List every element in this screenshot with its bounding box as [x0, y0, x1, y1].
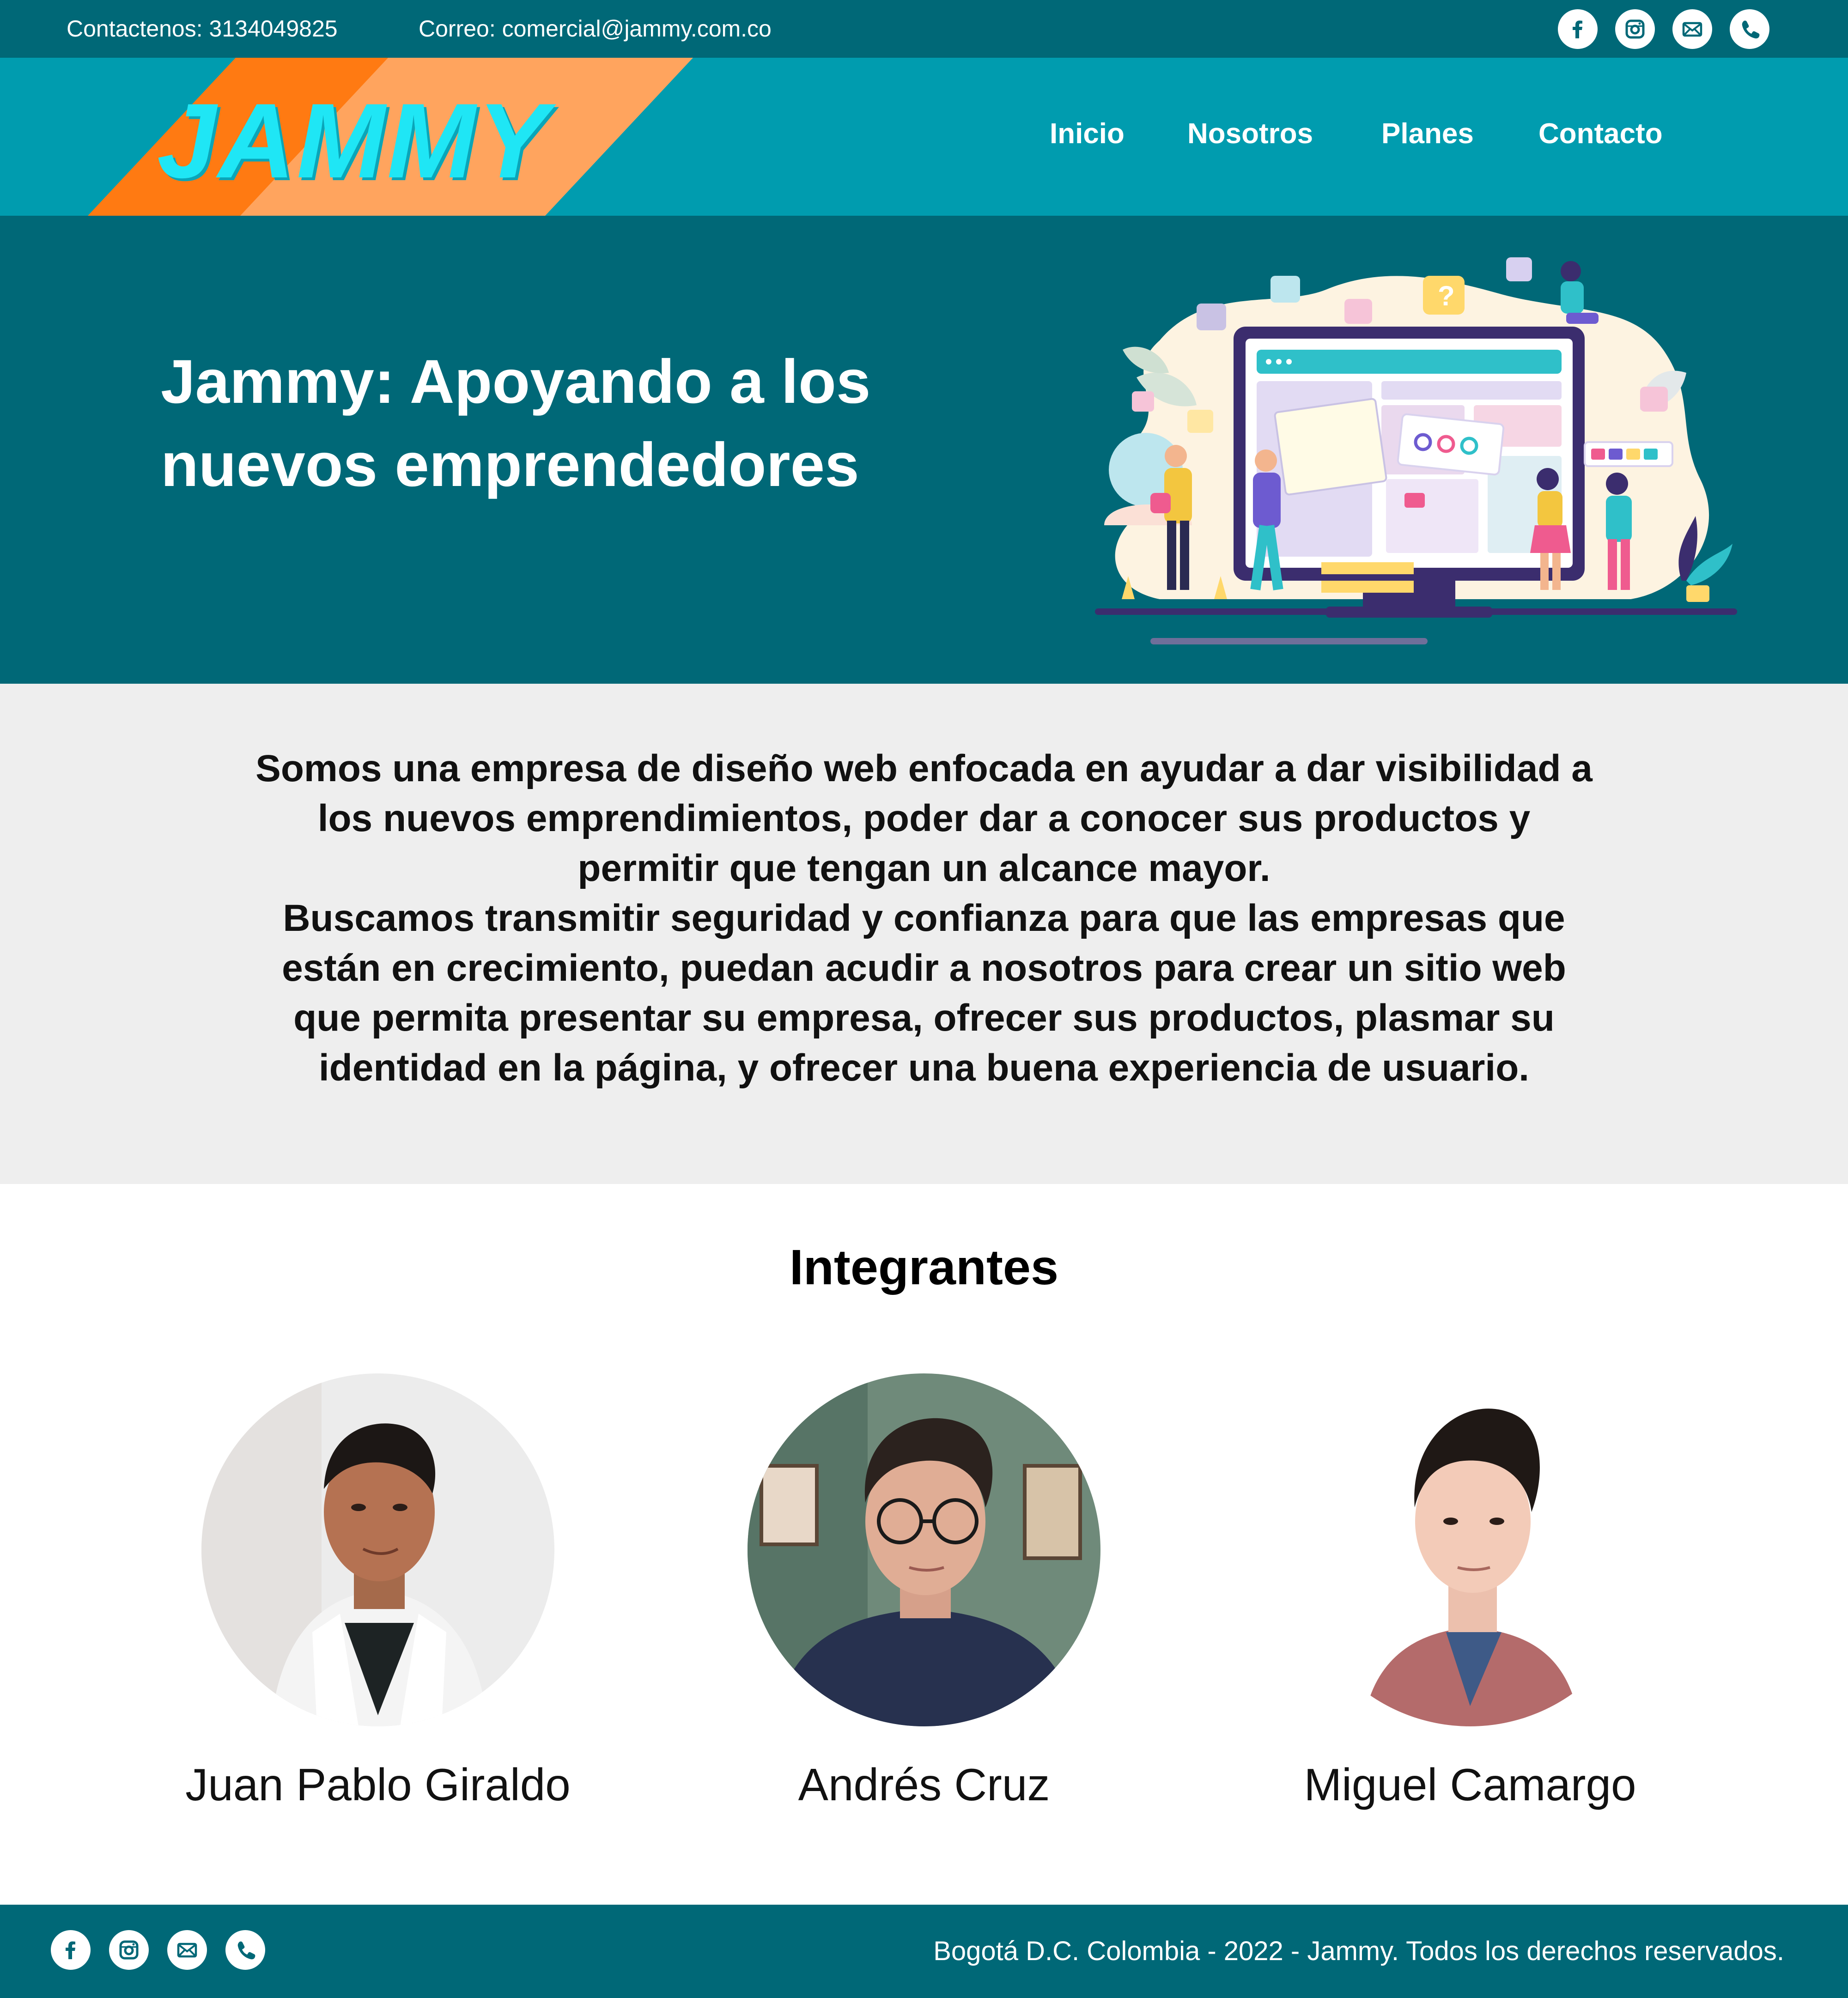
member-name: Juan Pablo Giraldo	[185, 1759, 571, 1810]
member-name: Andrés Cruz	[798, 1759, 1050, 1810]
contact-phone-text: Contactenos: 3134049825	[67, 16, 338, 42]
mail-icon[interactable]	[1672, 9, 1712, 49]
hero-illustration: ?	[1086, 257, 1742, 655]
facebook-icon[interactable]	[1558, 9, 1598, 49]
nav-item-contacto[interactable]: Contacto	[1538, 115, 1663, 152]
svg-text:?: ?	[1438, 280, 1455, 311]
top-contact-bar: Contactenos: 3134049825 Correo: comercia…	[0, 0, 1848, 58]
nav-item-nosotros[interactable]: Nosotros	[1187, 115, 1313, 152]
nav-item-inicio[interactable]: Inicio	[1050, 115, 1125, 152]
facebook-icon[interactable]	[51, 1930, 91, 1970]
footer-social-links	[51, 1930, 284, 1970]
hero-title: Jammy: Apoyando a los nuevos emprendedor…	[161, 340, 1039, 507]
main-navbar: JAMMY Inicio Nosotros Planes Contacto	[0, 58, 1848, 216]
instagram-icon[interactable]	[1615, 9, 1655, 49]
nav-item-planes[interactable]: Planes	[1381, 115, 1474, 152]
about-paragraph-1: Somos una empresa de diseño web enfocada…	[255, 747, 1593, 889]
logo-wordmark: JAMMY	[157, 81, 550, 200]
hero-title-line2: nuevos emprendedores	[161, 431, 859, 499]
contact-email-text[interactable]: Correo: comercial@jammy.com.co	[419, 14, 772, 43]
instagram-icon[interactable]	[109, 1930, 149, 1970]
about-section: Somos una empresa de diseño web enfocada…	[0, 684, 1848, 1184]
members-heading: Integrantes	[789, 1239, 1059, 1295]
member-name: Miguel Camargo	[1304, 1759, 1636, 1810]
member-photo	[1294, 1373, 1647, 1726]
phone-icon[interactable]	[225, 1930, 265, 1970]
members-section: Integrantes Juan Pablo Giraldo Andrés Cr…	[0, 1184, 1848, 1905]
mail-icon[interactable]	[167, 1930, 207, 1970]
about-paragraph-2: Buscamos transmitir seguridad y confianz…	[282, 897, 1566, 1089]
top-social-links	[1558, 9, 1787, 49]
footer-copyright: Bogotá D.C. Colombia - 2022 - Jammy. Tod…	[933, 1936, 1784, 1966]
hero-section: Jammy: Apoyando a los nuevos emprendedor…	[0, 216, 1848, 684]
member-photo	[748, 1373, 1100, 1726]
phone-icon[interactable]	[1730, 9, 1769, 49]
about-text: Somos una empresa de diseño web enfocada…	[249, 744, 1599, 1093]
hero-title-line1: Jammy: Apoyando a los	[161, 347, 871, 416]
jammy-logo[interactable]: JAMMY	[88, 58, 698, 216]
footer: Bogotá D.C. Colombia - 2022 - Jammy. Tod…	[0, 1905, 1848, 1998]
member-photo	[201, 1373, 554, 1726]
